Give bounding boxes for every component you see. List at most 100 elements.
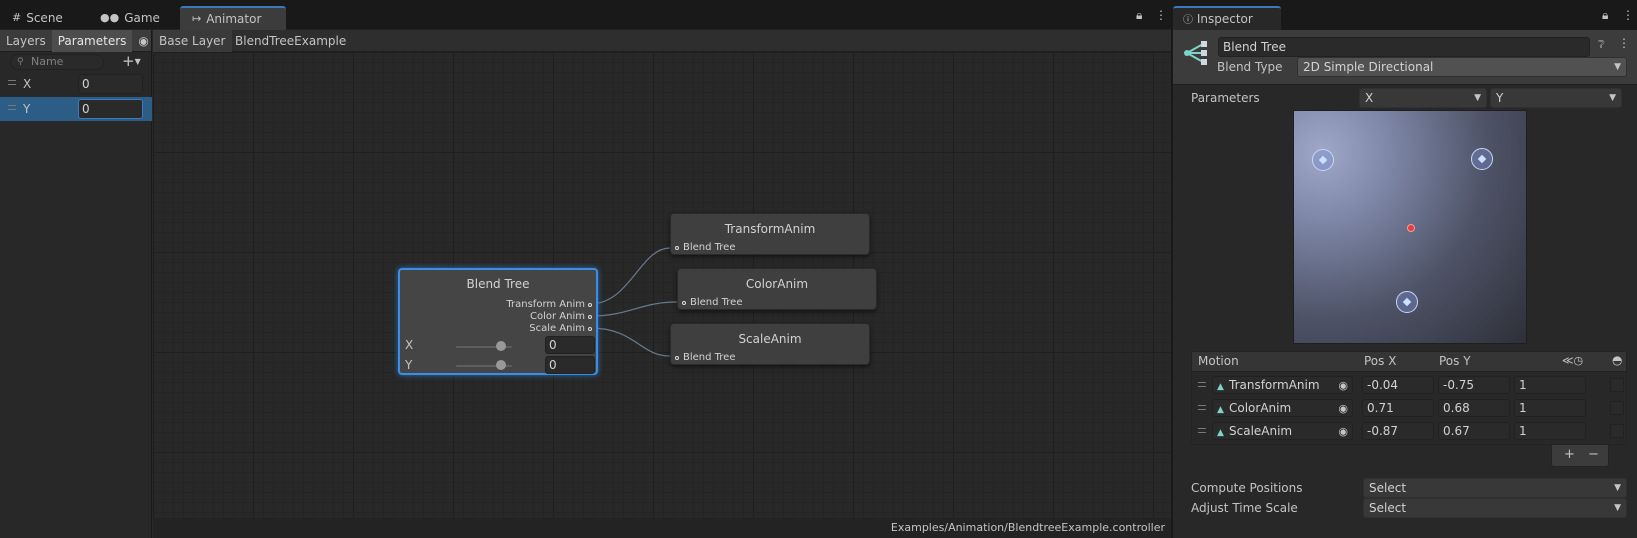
output-port-scale[interactable]: Scale Anim (529, 323, 592, 334)
node-title: TransformAnim (724, 222, 816, 236)
node-title: ColorAnim (745, 277, 809, 291)
motion-object-field[interactable]: ▲ ScaleAnim ◉ (1212, 422, 1353, 440)
clip-node-transform[interactable]: TransformAnim Blend Tree (670, 213, 870, 255)
object-picker-icon[interactable]: ◉ (1338, 401, 1348, 417)
drag-handle-icon[interactable] (1198, 428, 1206, 433)
motion-name: ColorAnim (1229, 401, 1292, 415)
connection-scale (589, 327, 671, 357)
output-port-color[interactable]: Color Anim (530, 311, 592, 322)
motion-row[interactable]: ▲ ColorAnim ◉ 0.71 0.68 1 (1192, 397, 1626, 420)
port-dot-icon (675, 245, 679, 250)
motion-posy-field[interactable]: -0.75 (1438, 376, 1510, 394)
param-value-field[interactable]: 0 (545, 336, 595, 354)
param-label: Y (405, 358, 413, 372)
port-label: Blend Tree (683, 242, 736, 253)
kebab-menu-icon[interactable]: ⋮ (1618, 36, 1630, 50)
motion-speed-field[interactable]: 1 (1514, 422, 1586, 440)
object-picker-icon[interactable]: ◉ (1338, 378, 1348, 394)
object-picker-icon[interactable]: ◉ (1338, 424, 1348, 440)
blend-point-color[interactable] (1471, 148, 1493, 170)
kebab-menu-icon[interactable]: ⋮ (1622, 8, 1634, 22)
mirror-checkbox[interactable] (1610, 424, 1624, 438)
node-title: Blend Tree (466, 277, 530, 291)
motion-row[interactable]: ▲ TransformAnim ◉ -0.04 -0.75 1 (1192, 374, 1626, 397)
param-y-dropdown[interactable]: Y ▼ (1490, 88, 1622, 108)
mirror-checkbox[interactable] (1610, 401, 1624, 415)
animation-clip-icon: ▲ (1217, 428, 1224, 438)
motion-speed-field[interactable]: 1 (1514, 399, 1586, 417)
parameters-label: Parameters (1191, 91, 1260, 105)
param-slider-knob[interactable] (495, 360, 506, 370)
blend-tree-node[interactable]: Blend Tree Transform Anim Color Anim Sca… (398, 268, 598, 375)
port-dot-icon (675, 355, 679, 360)
object-name-field[interactable]: Blend Tree (1218, 37, 1590, 57)
port-dot-icon (682, 300, 686, 305)
info-icon: ⓘ (1183, 15, 1193, 26)
blend-type-value: 2D Simple Directional (1303, 60, 1434, 74)
animator-window: # Scene ●● Game ↦ Animator 🔒︎ ⋮ Layers P… (0, 0, 1171, 538)
lock-icon[interactable]: 🔒︎ (1602, 8, 1608, 23)
port-dot-icon (588, 302, 592, 307)
node-title: ScaleAnim (738, 332, 802, 346)
chevron-down-icon: ▼ (1474, 93, 1481, 103)
blend-point-scale[interactable] (1312, 149, 1334, 171)
blend-point-transform[interactable] (1396, 291, 1418, 313)
port-label: Transform Anim (506, 299, 585, 310)
param-label: X (405, 338, 414, 352)
param-x-value: X (1365, 91, 1374, 105)
output-port-transform[interactable]: Transform Anim (506, 299, 592, 310)
motion-name: ScaleAnim (1229, 424, 1293, 438)
motion-posy-field[interactable]: 0.67 (1438, 422, 1510, 440)
add-motion-button[interactable]: + (1564, 447, 1575, 462)
chevron-down-icon: ▼ (1609, 93, 1616, 103)
drag-handle-icon[interactable] (1198, 405, 1206, 410)
clip-node-scale[interactable]: ScaleAnim Blend Tree (670, 323, 870, 365)
compute-positions-label: Compute Positions (1191, 481, 1303, 495)
animation-clip-icon: ▲ (1217, 405, 1224, 415)
param-value-field[interactable]: 0 (545, 356, 595, 374)
blend-type-label: Blend Type (1217, 60, 1283, 74)
param-x-dropdown[interactable]: X ▼ (1359, 88, 1487, 108)
adjust-time-scale-dropdown[interactable]: Select ▼ (1363, 498, 1627, 518)
param-slider-knob[interactable] (495, 341, 506, 351)
blend-tree-icon (1184, 41, 1207, 65)
connection-color (589, 301, 678, 317)
node-input-port[interactable]: Blend Tree (682, 297, 743, 308)
motion-list: Motion Pos X Pos Y ≪◷ ◓ ▲ TransformAnim ◉ … (1191, 351, 1627, 445)
tab-inspector[interactable]: ⓘ Inspector (1173, 6, 1281, 30)
help-icon[interactable]: ❔︎ (1598, 38, 1605, 52)
motion-posx-field[interactable]: -0.04 (1362, 376, 1434, 394)
chevron-down-icon: ▼ (1614, 483, 1621, 493)
inspector-window: ⓘ Inspector 🔒︎ ⋮ Blend Tree ❔︎ ⋮ Blend T… (1173, 0, 1637, 538)
inspector-tab-bar: ⓘ Inspector 🔒︎ ⋮ (1173, 0, 1637, 30)
node-input-port[interactable]: Blend Tree (675, 352, 736, 363)
port-label: Color Anim (530, 311, 585, 322)
param-y-value: Y (1496, 91, 1504, 105)
port-label: Blend Tree (683, 352, 736, 363)
motion-name: TransformAnim (1229, 378, 1320, 392)
node-input-port[interactable]: Blend Tree (675, 242, 736, 253)
posy-column-header: Pos Y (1439, 354, 1471, 368)
compute-positions-dropdown[interactable]: Select ▼ (1363, 478, 1627, 498)
mirror-checkbox[interactable] (1610, 378, 1624, 392)
port-label: Blend Tree (690, 297, 743, 308)
adjust-time-scale-value: Select (1369, 501, 1407, 515)
motion-posx-field[interactable]: -0.87 (1362, 422, 1434, 440)
blend-space-preview[interactable] (1293, 110, 1527, 344)
status-path: Examples/Animation/BlendtreeExample.cont… (153, 518, 1171, 538)
compute-positions-value: Select (1369, 481, 1407, 495)
port-dot-icon (588, 326, 592, 331)
posx-column-header: Pos X (1364, 354, 1397, 368)
motion-row[interactable]: ▲ ScaleAnim ◉ -0.87 0.67 1 (1192, 420, 1626, 443)
motion-posy-field[interactable]: 0.68 (1438, 399, 1510, 417)
remove-motion-button[interactable]: − (1588, 447, 1599, 462)
blend-current-position[interactable] (1407, 224, 1415, 232)
motion-posx-field[interactable]: 0.71 (1362, 399, 1434, 417)
motion-object-field[interactable]: ▲ ColorAnim ◉ (1212, 399, 1353, 417)
motion-speed-field[interactable]: 1 (1514, 376, 1586, 394)
drag-handle-icon[interactable] (1198, 382, 1206, 387)
motion-object-field[interactable]: ▲ TransformAnim ◉ (1212, 376, 1353, 394)
clip-node-color[interactable]: ColorAnim Blend Tree (677, 268, 877, 310)
mirror-icon: ◓ (1612, 353, 1623, 367)
blend-type-dropdown[interactable]: 2D Simple Directional ▼ (1297, 57, 1627, 77)
